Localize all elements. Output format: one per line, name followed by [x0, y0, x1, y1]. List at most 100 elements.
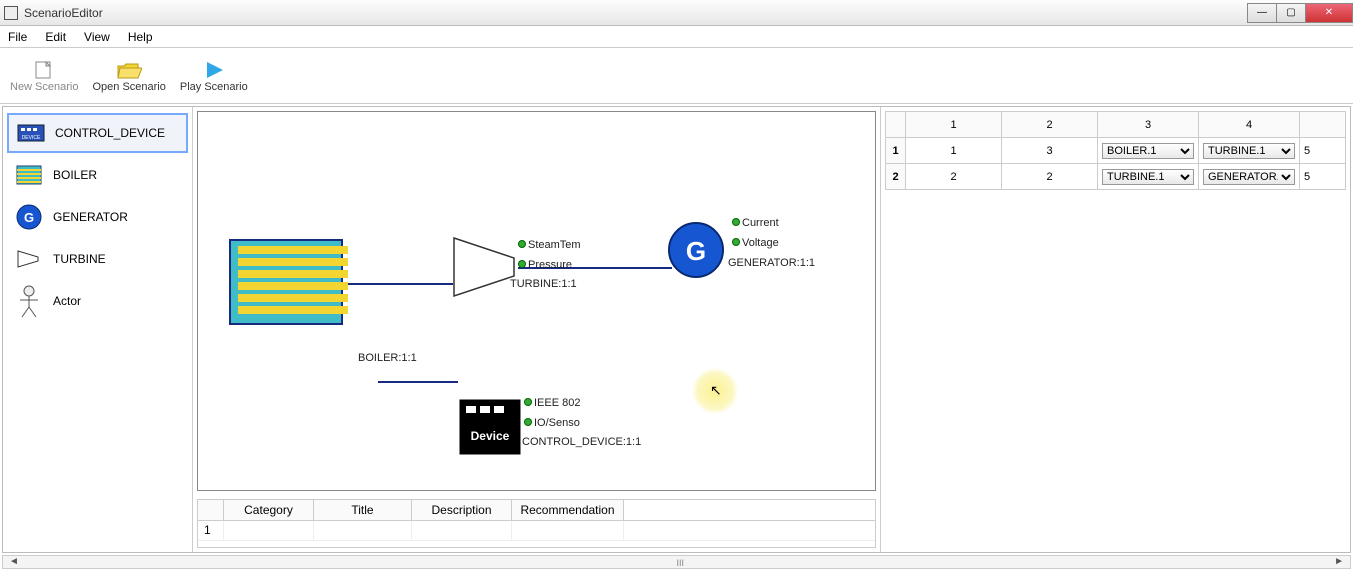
palette-turbine[interactable]: TURBINE — [7, 239, 188, 279]
col-row-header — [886, 112, 906, 138]
scroll-left-icon[interactable]: ◄ — [9, 556, 19, 567]
actor-icon — [13, 285, 45, 317]
port-ieee802[interactable] — [524, 398, 532, 406]
col-recommendation[interactable]: Recommendation — [512, 500, 624, 520]
palette-actor-label: Actor — [53, 294, 81, 308]
svg-text:G: G — [24, 210, 34, 225]
play-scenario-label: Play Scenario — [180, 81, 248, 93]
menu-help[interactable]: Help — [128, 30, 153, 44]
palette-generator-label: GENERATOR — [53, 210, 128, 224]
play-icon — [200, 59, 228, 81]
select-target[interactable]: GENERATOR.1 — [1203, 169, 1295, 185]
select-source[interactable]: BOILER.1 — [1102, 143, 1194, 159]
menubar: File Edit View Help — [0, 26, 1353, 48]
col-3[interactable]: 3 — [1098, 112, 1199, 138]
cursor-icon: ↖ — [710, 382, 722, 399]
port-iosenso[interactable] — [524, 418, 532, 426]
new-scenario-label: New Scenario — [10, 81, 78, 93]
new-file-icon — [30, 59, 58, 81]
col-2[interactable]: 2 — [1002, 112, 1098, 138]
palette-turbine-label: TURBINE — [53, 252, 106, 266]
cell[interactable]: 5 — [1300, 164, 1346, 190]
boiler-label: BOILER:1:1 — [358, 352, 417, 364]
right-panel: 1 2 3 4 1 1 3 BOILER.1 TURBINE.1 5 2 2 2… — [880, 107, 1350, 552]
node-generator[interactable]: G — [666, 220, 726, 283]
cell-select[interactable]: TURBINE.1 — [1199, 138, 1300, 164]
detail-grid-header: Category Title Description Recommendatio… — [198, 500, 875, 521]
svg-text:G: G — [686, 236, 706, 266]
port-pressure-label: Pressure — [528, 259, 572, 271]
palette-control-device[interactable]: DEVICE CONTROL_DEVICE — [7, 113, 188, 153]
cell-select[interactable]: GENERATOR.1 — [1199, 164, 1300, 190]
row-header: 2 — [886, 164, 906, 190]
workspace: DEVICE CONTROL_DEVICE BOILER G GENERATOR… — [2, 106, 1351, 553]
cell[interactable]: 2 — [1002, 164, 1098, 190]
svg-text:Device: Device — [471, 429, 510, 443]
diagram-canvas[interactable]: BOILER:1:1 SteamTem Pressure TURBINE:1:1… — [197, 111, 876, 491]
node-turbine[interactable] — [448, 232, 528, 305]
new-scenario-button[interactable]: New Scenario — [10, 59, 78, 93]
component-palette: DEVICE CONTROL_DEVICE BOILER G GENERATOR… — [3, 107, 193, 552]
close-button[interactable]: ✕ — [1305, 3, 1353, 23]
cell[interactable]: 2 — [906, 164, 1002, 190]
col-description[interactable]: Description — [412, 500, 512, 520]
row-number: 1 — [198, 521, 224, 540]
cell[interactable]: 5 — [1300, 138, 1346, 164]
turbine-icon — [13, 243, 45, 275]
window-controls: — ▢ ✕ — [1248, 3, 1353, 23]
control-device-label: CONTROL_DEVICE:1:1 — [522, 436, 641, 448]
titlebar: ScenarioEditor — ▢ ✕ — [0, 0, 1353, 26]
row-header: 1 — [886, 138, 906, 164]
generator-label: GENERATOR:1:1 — [728, 257, 815, 269]
port-iosenso-label: IO/Senso — [534, 417, 580, 429]
center-panel: BOILER:1:1 SteamTem Pressure TURBINE:1:1… — [193, 107, 880, 552]
menu-file[interactable]: File — [8, 30, 27, 44]
detail-grid-row[interactable]: 1 — [198, 521, 875, 541]
select-source[interactable]: TURBINE.1 — [1102, 169, 1194, 185]
node-boiler[interactable] — [220, 234, 352, 333]
detail-grid[interactable]: Category Title Description Recommendatio… — [197, 499, 876, 548]
toolbar: New Scenario Open Scenario Play Scenario — [0, 48, 1353, 104]
turbine-label: TURBINE:1:1 — [510, 278, 577, 290]
menu-view[interactable]: View — [84, 30, 110, 44]
play-scenario-button[interactable]: Play Scenario — [180, 59, 248, 93]
svg-text:DEVICE: DEVICE — [22, 135, 41, 141]
open-scenario-button[interactable]: Open Scenario — [92, 59, 165, 93]
connections-table[interactable]: 1 2 3 4 1 1 3 BOILER.1 TURBINE.1 5 2 2 2… — [885, 111, 1346, 190]
port-steamtem[interactable] — [518, 240, 526, 248]
window-title: ScenarioEditor — [24, 6, 103, 20]
cell[interactable]: 1 — [906, 138, 1002, 164]
col-1[interactable]: 1 — [906, 112, 1002, 138]
cell-select[interactable]: TURBINE.1 — [1098, 164, 1199, 190]
col-title[interactable]: Title — [314, 500, 412, 520]
col-4[interactable]: 4 — [1199, 112, 1300, 138]
minimize-button[interactable]: — — [1247, 3, 1277, 23]
palette-boiler-label: BOILER — [53, 168, 97, 182]
maximize-button[interactable]: ▢ — [1276, 3, 1306, 23]
generator-icon: G — [13, 201, 45, 233]
table-row[interactable]: 1 1 3 BOILER.1 TURBINE.1 5 — [886, 138, 1346, 164]
port-current-label: Current — [742, 217, 779, 229]
cell-select[interactable]: BOILER.1 — [1098, 138, 1199, 164]
port-steamtem-label: SteamTem — [528, 239, 581, 251]
port-current[interactable] — [732, 218, 740, 226]
scroll-right-icon[interactable]: ► — [1334, 556, 1344, 567]
port-ieee802-label: IEEE 802 — [534, 397, 580, 409]
port-pressure[interactable] — [518, 260, 526, 268]
canvas-wrap: BOILER:1:1 SteamTem Pressure TURBINE:1:1… — [193, 107, 880, 495]
col-category[interactable]: Category — [224, 500, 314, 520]
control-device-icon: DEVICE — [15, 117, 47, 149]
port-voltage-label: Voltage — [742, 237, 779, 249]
palette-boiler[interactable]: BOILER — [7, 155, 188, 195]
cell[interactable]: 3 — [1002, 138, 1098, 164]
table-row[interactable]: 2 2 2 TURBINE.1 GENERATOR.1 5 — [886, 164, 1346, 190]
boiler-icon — [13, 159, 45, 191]
app-icon — [4, 6, 18, 20]
palette-generator[interactable]: G GENERATOR — [7, 197, 188, 237]
menu-edit[interactable]: Edit — [45, 30, 66, 44]
palette-control-device-label: CONTROL_DEVICE — [55, 126, 165, 140]
port-voltage[interactable] — [732, 238, 740, 246]
palette-actor[interactable]: Actor — [7, 281, 188, 321]
select-target[interactable]: TURBINE.1 — [1203, 143, 1295, 159]
node-control-device[interactable]: Device — [458, 398, 522, 459]
